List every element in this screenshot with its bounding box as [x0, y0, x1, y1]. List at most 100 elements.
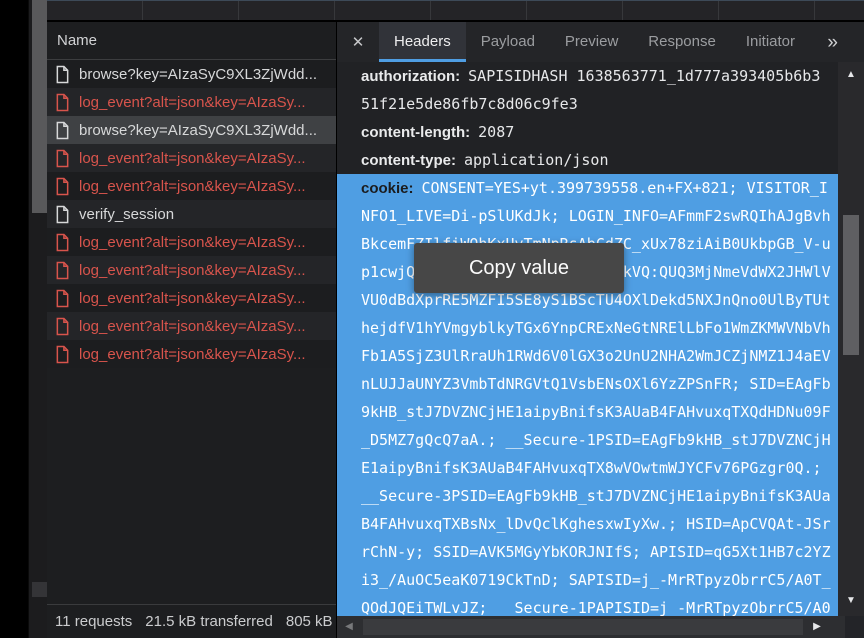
file-icon — [55, 317, 70, 336]
overview-segment — [335, 1, 431, 20]
header-value: SAPISIDHASH 1638563771_1d777a393405b6b3 — [468, 67, 820, 85]
request-label: log_event?alt=json&key=AIzaSy... — [79, 178, 306, 195]
overview-segment — [527, 1, 623, 20]
header-name: content-type: — [361, 152, 456, 169]
header-value: 51f21e5de86fb7c8d06c9fe3 — [361, 95, 578, 113]
devtools-network-panel: { "overview": { "segment_count": 9 }, "l… — [0, 0, 864, 638]
request-label: log_event?alt=json&key=AIzaSy... — [79, 290, 306, 307]
tab-list: HeadersPayloadPreviewResponseInitiator — [379, 22, 810, 62]
request-table-panel: Name browse?key=AIzaSyC9XL3ZjWdd... log_… — [47, 22, 336, 638]
header-line: content-type:application/json — [337, 146, 838, 174]
file-icon — [55, 261, 70, 280]
request-label: log_event?alt=json&key=AIzaSy... — [79, 150, 306, 167]
header-value: 9kHB_stJ7DVZNCjHE1aipyBnifsK3AUaB4FAHvux… — [361, 403, 831, 421]
tab-initiator[interactable]: Initiator — [731, 22, 810, 62]
request-row[interactable]: log_event?alt=json&key=AIzaSy... — [47, 144, 336, 172]
scrollbar-corner — [845, 616, 864, 638]
header-line: QOdJQEiTWLvJZ; __Secure-1PAPISID=j_-MrRT… — [337, 594, 838, 616]
headers-content: authorization: SAPISIDHASH 1638563771_1d7… — [337, 62, 838, 616]
copy-value-menu-item[interactable]: Copy value — [414, 243, 624, 293]
request-row[interactable]: verify_session — [47, 200, 336, 228]
header-line: Fb1A5SjZ3UlRraUh1RWd6V0lGX3o2UnU2NHA2WmJ… — [337, 342, 838, 370]
overview-segment — [719, 1, 815, 20]
header-line: i3_/AuOC5eaK0719CkTnD; SAPISID=j_-MrRTpy… — [337, 566, 838, 594]
request-row[interactable]: log_event?alt=json&key=AIzaSy... — [47, 340, 336, 368]
page-scrollbar[interactable] — [28, 0, 47, 638]
page-scrollbar-thumb[interactable] — [32, 0, 47, 213]
detail-tab-bar: ✕ HeadersPayloadPreviewResponseInitiator… — [337, 22, 864, 62]
header-line: 9kHB_stJ7DVZNCjHE1aipyBnifsK3AUaB4FAHvux… — [337, 398, 838, 426]
header-line: E1aipyBnifsK3AUaB4FAHvuxqTX8wVOwtmWJYCFv… — [337, 454, 838, 482]
resources-size: 805 kB — [286, 613, 333, 630]
request-row[interactable]: log_event?alt=json&key=AIzaSy... — [47, 256, 336, 284]
cookie-lines: cookie: CONSENT=YES+yt.399739558.en+FX+82… — [337, 174, 838, 616]
scroll-left-icon[interactable]: ◀ — [339, 616, 359, 638]
request-row[interactable]: log_event?alt=json&key=AIzaSy... — [47, 88, 336, 116]
header-value: B4FAHvuxqTXBsNx_lDvQclKghesxwIyXw.; HSID… — [361, 515, 831, 533]
header-line: __Secure-3PSID=EAgFb9kHB_stJ7DVZNCjHE1ai… — [337, 482, 838, 510]
tab-headers[interactable]: Headers — [379, 22, 466, 62]
file-icon — [55, 121, 70, 140]
header-plain-lines: authorization: SAPISIDHASH 1638563771_1d7… — [337, 62, 838, 174]
horizontal-scrollbar[interactable]: ◀ ▶ — [337, 616, 845, 638]
header-line: cookie: CONSENT=YES+yt.399739558.en+FX+82… — [337, 174, 838, 202]
request-label: log_event?alt=json&key=AIzaSy... — [79, 94, 306, 111]
file-icon — [55, 345, 70, 364]
header-line: rChN-y; SSID=AVK5MGyYbKORJNIfS; APISID=q… — [337, 538, 838, 566]
request-row[interactable]: log_event?alt=json&key=AIzaSy... — [47, 228, 336, 256]
close-icon[interactable]: ✕ — [337, 22, 379, 62]
header-line: content-length: 2087 — [337, 118, 838, 146]
name-column-header[interactable]: Name — [47, 22, 336, 60]
tab-response[interactable]: Response — [633, 22, 731, 62]
tab-preview[interactable]: Preview — [550, 22, 633, 62]
overview-segment — [623, 1, 719, 20]
request-count: 11 requests — [55, 613, 132, 630]
page-scrollbar-block — [32, 582, 47, 597]
request-row[interactable]: log_event?alt=json&key=AIzaSy... — [47, 312, 336, 340]
file-icon — [55, 149, 70, 168]
header-value: E1aipyBnifsK3AUaB4FAHvuxqTX8wVOwtmWJYCFv… — [361, 459, 822, 477]
scroll-up-icon[interactable]: ▲ — [838, 69, 864, 81]
header-name: authorization: — [361, 68, 460, 85]
header-name: content-length: — [361, 124, 470, 141]
request-label: verify_session — [79, 206, 174, 223]
request-label: log_event?alt=json&key=AIzaSy... — [79, 234, 306, 251]
network-overview-bar[interactable] — [47, 0, 864, 20]
header-line: authorization: SAPISIDHASH 1638563771_1d7… — [337, 62, 838, 90]
header-value: 2087 — [478, 123, 514, 141]
file-icon — [55, 65, 70, 84]
request-label: browse?key=AIzaSyC9XL3ZjWdd... — [79, 66, 317, 83]
overview-segment — [47, 1, 143, 20]
request-label: browse?key=AIzaSyC9XL3ZjWdd... — [79, 122, 317, 139]
tab-payload[interactable]: Payload — [466, 22, 550, 62]
header-value: NFO1_LIVE=Di-pSlUKdJk; LOGIN_INFO=AFmmF2… — [361, 207, 831, 225]
header-value: hejdfV1hYVmgyblkyTGx6YnpCRExNeGtNRElLbFo… — [361, 319, 831, 337]
file-icon — [55, 289, 70, 308]
file-icon — [55, 233, 70, 252]
request-row[interactable]: browse?key=AIzaSyC9XL3ZjWdd... — [47, 116, 336, 144]
scroll-down-icon[interactable]: ▼ — [838, 595, 864, 607]
header-name: cookie: — [361, 180, 414, 197]
header-line: _D5MZ7gQcQ7aA.; __Secure-1PSID=EAgFb9kHB… — [337, 426, 838, 454]
header-value: QOdJQEiTWLvJZ; __Secure-1PAPISID=j_-MrRT… — [361, 599, 831, 616]
request-row[interactable]: log_event?alt=json&key=AIzaSy... — [47, 284, 336, 312]
vertical-scrollbar[interactable]: ▲ ▼ — [838, 62, 864, 616]
chevron-double-right-icon[interactable]: » — [827, 33, 838, 52]
request-label: log_event?alt=json&key=AIzaSy... — [79, 318, 306, 335]
overview-segment — [143, 1, 239, 20]
scroll-right-icon[interactable]: ▶ — [807, 616, 827, 638]
vertical-scrollbar-thumb[interactable] — [843, 215, 859, 355]
header-value: VU0dBdXprRE5MZFI5SE8yS1BScTU4OXlDekd5NXJ… — [361, 291, 831, 309]
header-value: _D5MZ7gQcQ7aA.; __Secure-1PSID=EAgFb9kHB… — [361, 431, 831, 449]
cookie-header-selected: cookie: CONSENT=YES+yt.399739558.en+FX+82… — [337, 174, 838, 616]
request-row[interactable]: log_event?alt=json&key=AIzaSy... — [47, 172, 336, 200]
header-value: rChN-y; SSID=AVK5MGyYbKORJNIfS; APISID=q… — [361, 543, 831, 561]
header-value: CONSENT=YES+yt.399739558.en+FX+821; VISI… — [422, 179, 828, 197]
overview-segment — [239, 1, 335, 20]
request-row[interactable]: browse?key=AIzaSyC9XL3ZjWdd... — [47, 60, 336, 88]
request-label: log_event?alt=json&key=AIzaSy... — [79, 346, 306, 363]
header-value: i3_/AuOC5eaK0719CkTnD; SAPISID=j_-MrRTpy… — [361, 571, 831, 589]
horizontal-scrollbar-thumb[interactable] — [363, 619, 803, 635]
header-line: nLUJJaUNYZ3VmbTdNRGVtQ1VsbENsOXl6YzZPSnF… — [337, 370, 838, 398]
header-line: B4FAHvuxqTXBsNx_lDvQclKghesxwIyXw.; HSID… — [337, 510, 838, 538]
